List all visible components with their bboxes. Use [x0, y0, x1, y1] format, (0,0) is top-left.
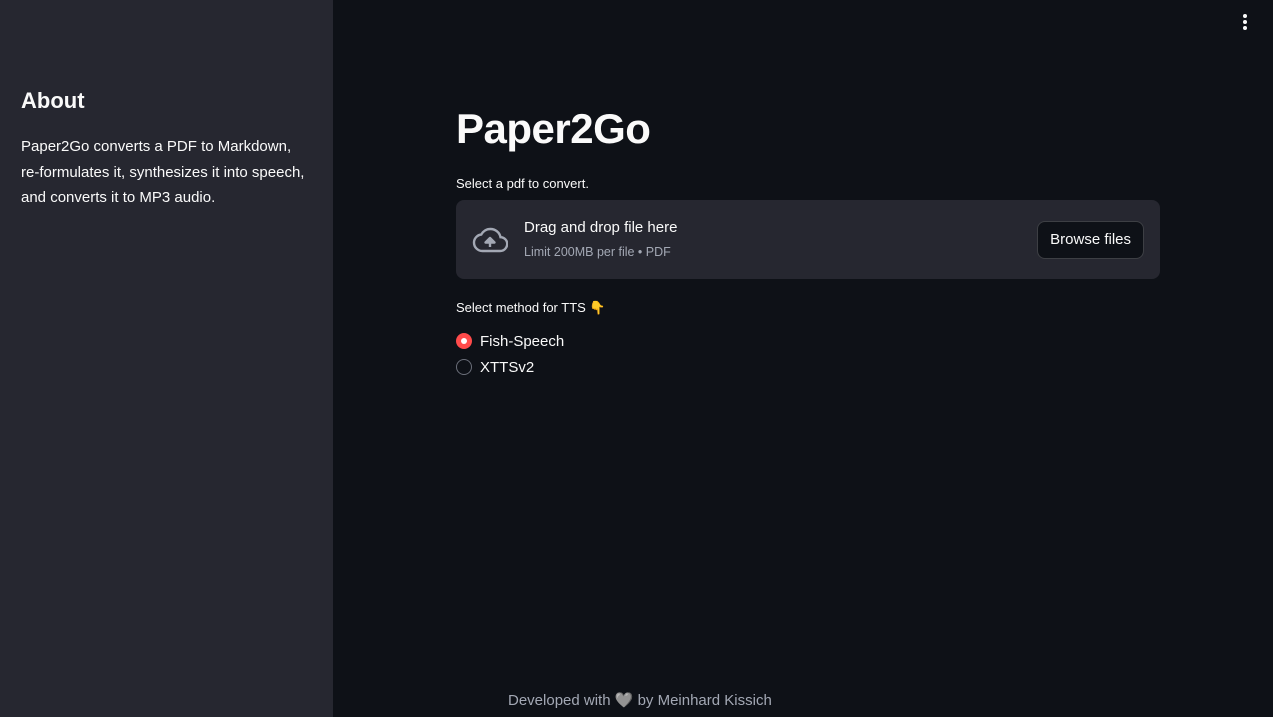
radio-label: Fish-Speech — [480, 332, 565, 350]
sidebar-description: Paper2Go converts a PDF to Markdown, re-… — [21, 138, 305, 206]
uploader-label: Select a pdf to convert. — [456, 176, 589, 191]
tts-radio-group: Fish-Speech XTTSv2 — [456, 328, 1160, 380]
radio-button-selected[interactable] — [456, 333, 472, 349]
dropzone-text: Drag and drop file here Limit 200MB per … — [524, 218, 1037, 261]
cloud-upload-icon — [472, 227, 508, 253]
main-menu-button[interactable] — [1233, 10, 1257, 34]
dropzone-limit: Limit 200MB per file • PDF — [524, 245, 671, 259]
radio-option-fish-speech[interactable]: Fish-Speech — [456, 328, 1160, 354]
menu-dot-icon — [1243, 20, 1247, 24]
footer-credit: Developed with 🩶 by Meinhard Kissich — [508, 692, 772, 709]
page-title: Paper2Go — [456, 105, 651, 152]
main-content: Paper2Go Select a pdf to convert. Drag a… — [456, 104, 1160, 380]
browse-files-button[interactable]: Browse files — [1037, 220, 1144, 259]
radio-button-unselected[interactable] — [456, 359, 472, 375]
menu-dot-icon — [1243, 26, 1247, 30]
sidebar-heading: About — [21, 88, 85, 113]
app-root: About Paper2Go converts a PDF to Markdow… — [0, 0, 1273, 717]
tts-method-label: Select method for TTS 👇 — [456, 300, 606, 315]
radio-label: XTTSv2 — [480, 358, 535, 376]
menu-dot-icon — [1243, 14, 1247, 18]
radio-option-xttsv2[interactable]: XTTSv2 — [456, 354, 1160, 380]
file-dropzone[interactable]: Drag and drop file here Limit 200MB per … — [456, 200, 1160, 279]
sidebar: About Paper2Go converts a PDF to Markdow… — [0, 0, 333, 717]
dropzone-title: Drag and drop file here — [524, 219, 678, 236]
